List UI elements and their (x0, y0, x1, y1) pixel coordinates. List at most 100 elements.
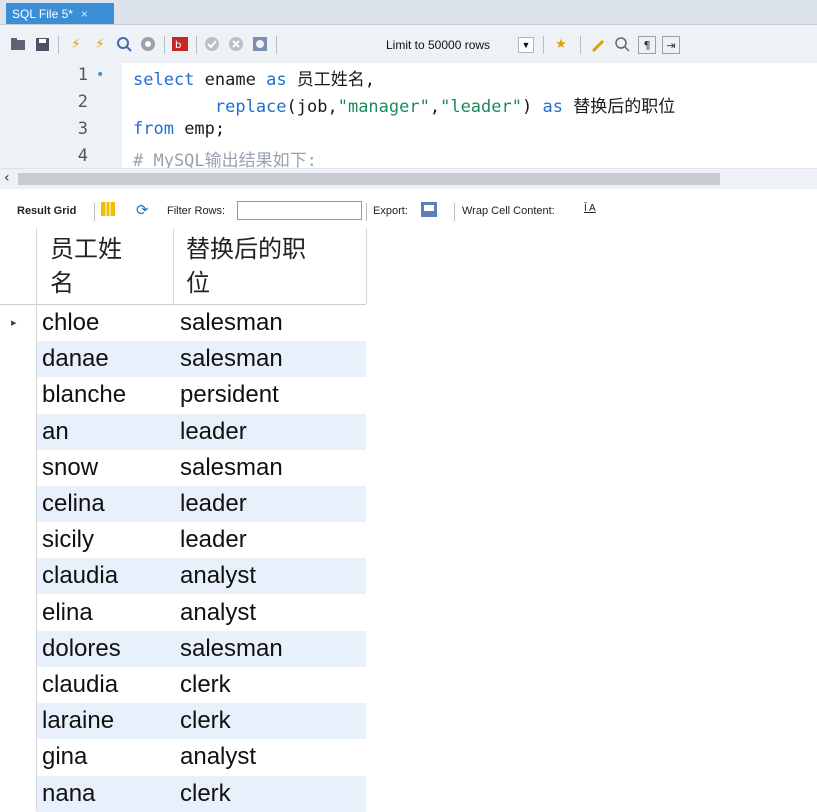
refresh-icon[interactable]: ⟳ (136, 201, 149, 219)
cell-job[interactable]: analyst (173, 739, 366, 775)
commit-icon[interactable] (204, 36, 220, 52)
cell-employee-name[interactable]: sicily (36, 522, 173, 558)
cell-employee-name[interactable]: claudia (36, 558, 173, 594)
code-token: 替换后的职位 (562, 97, 676, 117)
table-row[interactable]: elina analyst (0, 595, 366, 631)
cell-employee-name[interactable]: chloe (36, 305, 173, 341)
cell-employee-name[interactable]: celina (36, 486, 173, 522)
editor-hscroll[interactable]: ‹ (0, 168, 817, 189)
cell-job[interactable]: salesman (173, 631, 366, 667)
result-toolbar: Result Grid ⟳ Filter Rows: Export: Wrap … (0, 196, 817, 226)
cell-employee-name[interactable]: danae (36, 341, 173, 377)
wrap-cell-label: Wrap Cell Content: (462, 205, 555, 217)
export-icon[interactable] (421, 202, 437, 220)
column-header-name[interactable]: 员工姓名 (36, 228, 173, 305)
column-header-job[interactable]: 替换后的职位 (173, 228, 366, 305)
cell-employee-name[interactable]: laraine (36, 703, 173, 739)
rollback-icon[interactable] (228, 36, 244, 52)
toolbar-separator (58, 36, 59, 54)
table-row[interactable]: an leader (0, 414, 366, 450)
code-token: , (429, 97, 441, 117)
code-line: select ename as 员工姓名, (133, 65, 375, 90)
cell-job[interactable]: analyst (173, 595, 366, 631)
table-row[interactable]: claudia clerk (0, 667, 366, 703)
autocommit-icon[interactable] (252, 36, 268, 52)
save-icon[interactable] (34, 36, 50, 52)
limit-rows-label: Limit to 50000 rows (386, 38, 491, 52)
code-token: emp; (173, 119, 226, 139)
code-token: as (266, 70, 287, 90)
cell-employee-name[interactable]: dolores (36, 631, 173, 667)
table-row[interactable]: ▸ chloe salesman (0, 305, 366, 341)
table-row[interactable]: laraine clerk (0, 703, 366, 739)
table-row[interactable]: danae salesman (0, 341, 366, 377)
scroll-left-icon[interactable]: ‹ (4, 170, 10, 186)
find-icon[interactable] (614, 36, 630, 52)
cell-job[interactable]: salesman (173, 450, 366, 486)
row-header-corner (0, 228, 36, 305)
toolbar-separator (276, 36, 277, 54)
tab-close-icon[interactable]: × (81, 7, 88, 21)
cell-job[interactable]: leader (173, 486, 366, 522)
cell-employee-name[interactable]: nana (36, 776, 173, 812)
column-divider (36, 228, 37, 810)
cell-job[interactable]: persident (173, 377, 366, 413)
cell-job[interactable]: leader (173, 522, 366, 558)
lightning-icon[interactable]: ⚡ (68, 36, 84, 52)
active-line-marker: • (96, 67, 105, 83)
current-row-marker-icon: ▸ (11, 316, 17, 329)
cell-employee-name[interactable]: snow (36, 450, 173, 486)
result-grid-tab[interactable]: Result Grid (17, 205, 76, 217)
grid-view-icon[interactable] (101, 202, 115, 219)
cell-job[interactable]: clerk (173, 667, 366, 703)
cell-job[interactable]: leader (173, 414, 366, 450)
table-row[interactable]: sicily leader (0, 522, 366, 558)
cell-job[interactable]: salesman (173, 305, 366, 341)
table-row[interactable]: blanche persident (0, 377, 366, 413)
stop-icon[interactable] (140, 36, 156, 52)
toolbar-separator (196, 36, 197, 54)
code-token: ename (194, 70, 267, 90)
invisible-chars-icon[interactable]: ¶ (638, 36, 656, 54)
cell-employee-name[interactable]: blanche (36, 377, 173, 413)
line-number: 4 (77, 146, 88, 166)
bookmark-icon[interactable]: ★ (553, 36, 569, 52)
export-label: Export: (373, 205, 408, 217)
cell-job[interactable]: clerk (173, 703, 366, 739)
tab-sql-file[interactable]: SQL File 5* × (6, 3, 114, 24)
folder-icon[interactable] (10, 36, 26, 52)
toggle-icon[interactable]: b (172, 36, 188, 52)
filter-rows-input[interactable] (237, 201, 362, 220)
code-token: from (133, 119, 174, 139)
toolbar-separator (164, 36, 165, 54)
scroll-thumb[interactable] (18, 173, 720, 185)
table-row[interactable]: celina leader (0, 486, 366, 522)
table-row[interactable]: gina analyst (0, 739, 366, 775)
cell-employee-name[interactable]: elina (36, 595, 173, 631)
wrap-cell-icon[interactable]: Ī A (584, 203, 596, 214)
toolbar-separator (366, 203, 367, 221)
table-row[interactable]: snow salesman (0, 450, 366, 486)
cell-job[interactable]: salesman (173, 341, 366, 377)
cell-employee-name[interactable]: gina (36, 739, 173, 775)
code-token: replace (133, 97, 287, 117)
column-header-label: 员工姓名 (50, 235, 122, 297)
tab-strip: SQL File 5* × (0, 0, 817, 25)
cell-job[interactable]: analyst (173, 558, 366, 594)
limit-rows-select[interactable]: Limit to 50000 rows ▼ (386, 36, 534, 54)
table-row[interactable]: claudia analyst (0, 558, 366, 594)
svg-text:b: b (175, 40, 181, 51)
sql-editor[interactable]: 1 • 2 3 4 select ename as 员工姓名, replace(… (0, 63, 817, 168)
beautify-icon[interactable] (590, 36, 606, 52)
cell-job[interactable]: clerk (173, 776, 366, 812)
code-line: from emp; (133, 119, 225, 139)
wrap-icon[interactable]: ⇥ (662, 36, 680, 54)
table-row[interactable]: nana clerk (0, 776, 366, 812)
cell-employee-name[interactable]: an (36, 414, 173, 450)
lightning-cursor-icon[interactable]: ⚡ (92, 36, 108, 52)
toolbar-separator (543, 36, 544, 54)
magnifier-icon[interactable] (116, 36, 132, 52)
table-row[interactable]: dolores salesman (0, 631, 366, 667)
toolbar-separator (454, 203, 455, 221)
cell-employee-name[interactable]: claudia (36, 667, 173, 703)
